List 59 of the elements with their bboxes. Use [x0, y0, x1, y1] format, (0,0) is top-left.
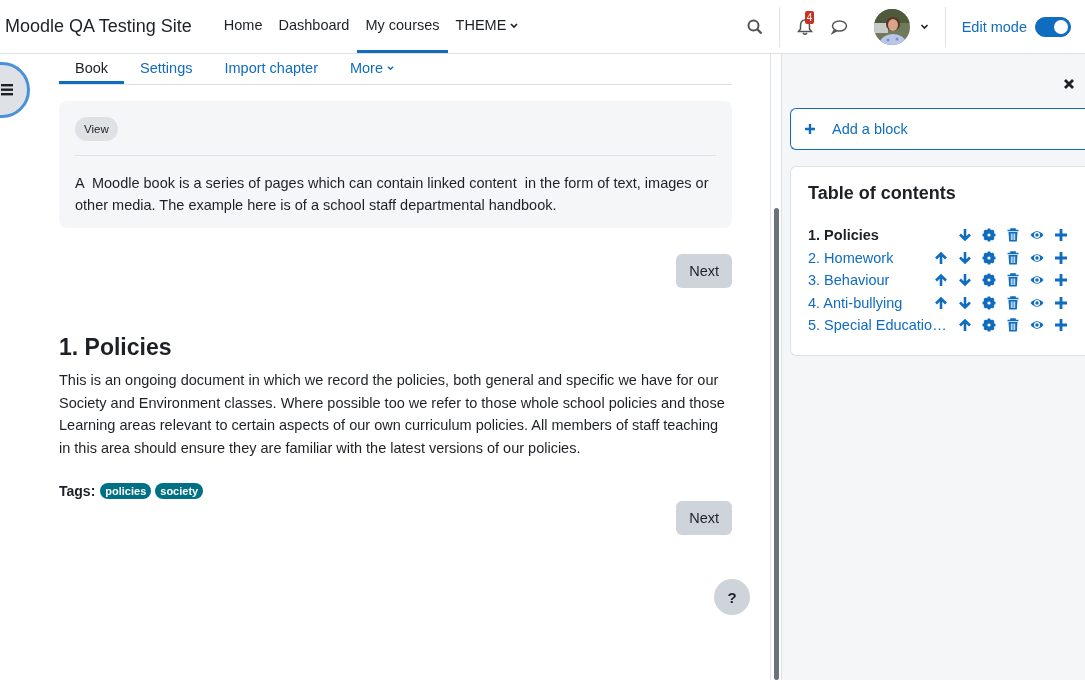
scrollbar[interactable] — [774, 208, 779, 680]
help-button[interactable]: ? — [714, 579, 750, 615]
up-arrow-icon[interactable] — [934, 250, 948, 265]
chapter-text: This is an ongoing document in which we record the policies, both general and specific we have for our Society and Environment classes. Where possible too we refer to those whole school policies and those Learning areas relevant to certain aspects of our own curriculum policies. All members of staff teaching in this area should ensure they are familiar with the latest versions of our policies. — [59, 371, 726, 458]
intro-text: A Moodle book is a series of pages which can contain linked content in the form of text, images or other media. The example here is of a school staff departmental handbook. — [75, 174, 710, 215]
caret-icon[interactable] — [919, 23, 929, 30]
tab[interactable]: Import chapter — [208, 54, 334, 84]
view-badge: View — [75, 117, 118, 141]
notification-count: 4 — [804, 10, 815, 24]
search-icon[interactable] — [746, 18, 763, 35]
add-block-button[interactable]: Add a block — [790, 108, 1085, 150]
settings-icon[interactable] — [982, 228, 996, 243]
trash-icon[interactable] — [1006, 228, 1020, 243]
up-arrow-icon[interactable] — [934, 295, 948, 310]
down-arrow-icon[interactable] — [958, 228, 972, 243]
list-icon — [0, 83, 13, 97]
next-button[interactable]: Next — [676, 501, 732, 535]
tag-link[interactable]: policies — [100, 483, 152, 499]
edit-mode-toggle[interactable] — [1035, 16, 1071, 37]
tag-link[interactable]: society — [155, 483, 204, 499]
plus-icon — [804, 123, 816, 135]
settings-icon[interactable] — [982, 250, 996, 265]
plus-icon[interactable] — [1054, 295, 1068, 310]
next-button[interactable]: Next — [676, 254, 732, 288]
plus-icon[interactable] — [1054, 318, 1068, 333]
down-arrow-icon[interactable] — [958, 295, 972, 310]
nav-link[interactable]: My courses — [357, 0, 448, 53]
trash-icon[interactable] — [1006, 273, 1020, 288]
tab[interactable]: Settings — [124, 54, 209, 84]
plus-icon[interactable] — [1054, 250, 1068, 265]
trash-icon[interactable] — [1006, 318, 1020, 333]
tags-label: Tags: — [59, 483, 96, 499]
toc-item[interactable]: 1. Policies — [808, 227, 879, 244]
toc-item[interactable]: 4. Anti-bullying — [808, 294, 903, 311]
plus-icon[interactable] — [1054, 273, 1068, 288]
nav-link[interactable]: Home — [215, 0, 271, 53]
settings-icon[interactable] — [982, 273, 996, 288]
settings-icon[interactable] — [982, 318, 996, 333]
edit-mode-label: Edit mode — [961, 18, 1027, 35]
trash-icon[interactable] — [1006, 250, 1020, 265]
down-arrow-icon[interactable] — [958, 250, 972, 265]
site-name[interactable]: Moodle QA Testing Site — [0, 16, 192, 37]
trash-icon[interactable] — [1006, 295, 1020, 310]
tab[interactable]: Book — [59, 54, 125, 84]
chapter-title: 1. Policies — [59, 334, 173, 361]
up-arrow-icon[interactable] — [958, 318, 972, 333]
toc-item[interactable]: 5. Special Educatio… — [808, 317, 947, 334]
chat-icon[interactable] — [829, 17, 848, 36]
toc-item[interactable]: 2. Homework — [808, 249, 894, 266]
up-arrow-icon[interactable] — [934, 273, 948, 288]
down-arrow-icon[interactable] — [958, 273, 972, 288]
settings-icon[interactable] — [982, 295, 996, 310]
block-title: Table of contents — [808, 183, 957, 204]
tab[interactable]: More — [333, 54, 410, 84]
nav-link[interactable]: Dashboard — [270, 0, 358, 53]
nav-link[interactable]: THEME — [447, 0, 527, 53]
close-icon[interactable] — [1063, 78, 1075, 90]
toc-item[interactable]: 3. Behaviour — [808, 272, 890, 289]
plus-icon[interactable] — [1054, 228, 1068, 243]
